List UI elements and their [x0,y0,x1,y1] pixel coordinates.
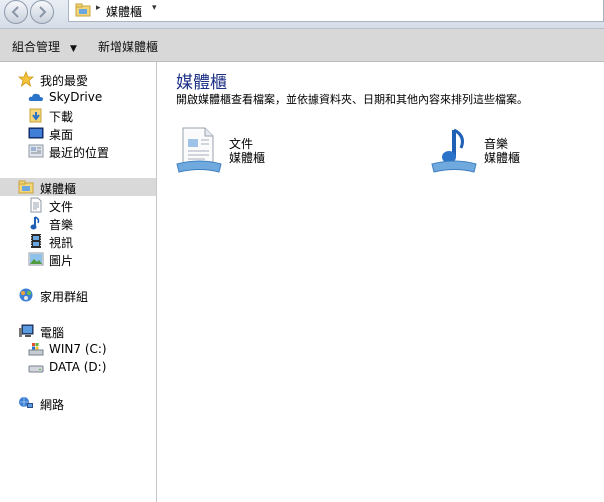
nav-item-label: 下載 [49,110,74,124]
library-type: 媒體櫃 [484,151,521,165]
new-library-button[interactable]: 新增媒體櫃 [98,38,158,55]
nav-homegroup-label: 家用群組 [40,290,89,304]
page-title: 媒體櫃 [176,73,227,93]
nav-item-label: DATA (D:) [49,360,107,374]
music-note-icon [30,216,40,230]
music-library-icon [431,128,477,173]
nav-item-documents[interactable]: 文件 [0,196,156,214]
nav-item-music[interactable]: 音樂 [0,214,156,232]
nav-item-drive-c[interactable]: WIN7 (C:) [0,340,156,358]
organize-button[interactable]: 組合管理 ▼ [12,38,77,55]
library-folder-icon [75,3,91,17]
documents-library-icon [176,127,222,173]
nav-item-label: 桌面 [49,128,74,142]
recent-places-icon [28,144,44,158]
nav-network-label: 網路 [40,398,65,412]
nav-item-label: 最近的位置 [49,146,110,160]
back-arrow-icon [11,6,19,18]
chevron-down-icon: ▼ [70,44,77,54]
forward-button[interactable] [30,0,54,24]
nav-item-label: 視訊 [49,236,74,250]
cloud-icon [28,93,43,101]
desktop-icon [28,127,44,139]
nav-libraries[interactable]: 媒體櫃 [0,178,156,196]
nav-item-label: 音樂 [49,218,74,232]
organize-label: 組合管理 [12,40,61,54]
nav-favorites-label: 我的最愛 [40,74,89,88]
breadcrumb-separator-icon[interactable]: ▸ [96,3,101,13]
address-bar: ▸ 媒體櫃 ▾ [0,0,604,29]
network-icon [19,397,33,408]
address-field[interactable]: ▸ 媒體櫃 ▾ [68,0,604,22]
nav-item-downloads[interactable]: 下載 [0,106,156,124]
nav-item-label: 文件 [49,200,74,214]
drive-icon [28,365,44,373]
nav-item-desktop[interactable]: 桌面 [0,124,156,142]
breadcrumb-dropdown-icon[interactable]: ▾ [152,3,157,13]
breadcrumb-libraries[interactable]: 媒體櫃 [106,3,142,20]
library-tile-music[interactable]: 音樂 媒體櫃 [430,126,604,178]
nav-favorites[interactable]: 我的最愛 [0,70,156,88]
library-type: 媒體櫃 [229,151,266,165]
document-icon [30,197,42,213]
library-tile-documents[interactable]: 文件 媒體櫃 [175,126,375,178]
nav-libraries-label: 媒體櫃 [40,182,77,196]
nav-item-drive-d[interactable]: DATA (D:) [0,358,156,376]
computer-icon [19,324,34,337]
library-folder-icon [18,180,34,194]
nav-item-skydrive[interactable]: SkyDrive [0,88,156,106]
nav-homegroup[interactable]: 家用群組 [0,286,156,304]
nav-item-label: WIN7 (C:) [49,342,107,356]
command-bar: 組合管理 ▼ 新增媒體櫃 [0,29,604,62]
film-icon [31,234,41,248]
back-button[interactable] [4,0,28,24]
system-drive-icon [28,343,44,356]
nav-item-pictures[interactable]: 圖片 [0,250,156,268]
nav-network[interactable]: 網路 [0,394,156,412]
nav-item-label: 圖片 [49,254,74,268]
forward-arrow-icon [39,6,47,18]
star-icon [18,71,34,87]
nav-item-videos[interactable]: 視訊 [0,232,156,250]
content-pane: 媒體櫃 開啟媒體櫃查看檔案，並依據資料夾、日期和其他內容來排列這些檔案。 文件 … [157,62,604,502]
homegroup-icon [19,288,33,302]
nav-computer-label: 電腦 [40,326,65,340]
page-description: 開啟媒體櫃查看檔案，並依據資料夾、日期和其他內容來排列這些檔案。 [176,93,528,106]
downloads-folder-icon [29,108,42,123]
picture-icon [28,252,44,266]
nav-item-label: SkyDrive [49,90,103,104]
navigation-pane: 我的最愛 SkyDrive 下載 桌面 最近的位置 媒體櫃 文件 音樂 視訊 圖… [0,62,157,502]
nav-item-recent-places[interactable]: 最近的位置 [0,142,156,160]
nav-computer[interactable]: 電腦 [0,322,156,340]
